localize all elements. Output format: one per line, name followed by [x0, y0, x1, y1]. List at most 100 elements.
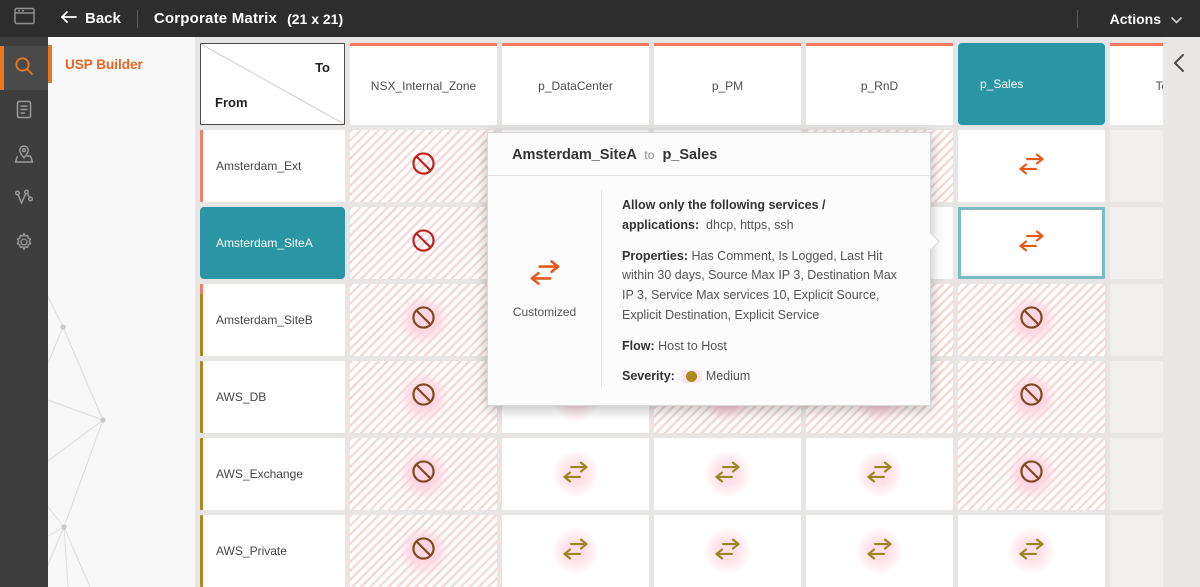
sidebar-item-search[interactable]	[0, 46, 48, 90]
matrix-cell-amsterdam_siteb-to-nsx_internal_zone[interactable]	[350, 284, 497, 356]
tooltip-destination: p_Sales	[662, 147, 717, 163]
map-pin-icon	[13, 143, 35, 170]
matrix-cell-aws_exchange-to-p_rnd[interactable]	[806, 438, 953, 510]
tooltip-connector: to	[644, 148, 654, 162]
tooltip-details: Allow only the following services / appl…	[602, 190, 930, 387]
row-header-aws_private[interactable]: AWS_Private	[200, 515, 345, 587]
tooltip-severity-row: Severity: Medium	[622, 367, 906, 387]
sidebar-item-map[interactable]	[0, 134, 48, 178]
bidirectional-arrow-icon	[561, 538, 590, 565]
topbar-divider	[137, 10, 138, 28]
flow-value: Host to Host	[658, 339, 727, 353]
actions-label: Actions	[1110, 11, 1161, 27]
document-icon	[14, 99, 34, 125]
matrix-corner-cell: To From	[200, 43, 345, 125]
bidirectional-arrow-icon	[865, 538, 894, 565]
matrix-cell-aws_private-to-p_rnd[interactable]	[806, 515, 953, 587]
tooltip-flow-row: Flow: Host to Host	[622, 337, 906, 357]
chevron-left-icon	[1173, 53, 1185, 73]
gear-icon	[13, 231, 35, 258]
nav-panel: USP Builder	[48, 37, 195, 587]
collapse-panel-button[interactable]	[1173, 53, 1185, 78]
severity-value: Medium	[706, 369, 750, 383]
row-header-amsterdam_ext[interactable]: Amsterdam_Ext	[200, 130, 345, 202]
severity-medium-dot	[686, 371, 697, 382]
bidirectional-arrow-icon	[1017, 538, 1046, 565]
tooltip-title: Amsterdam_SiteA to p_Sales	[488, 133, 930, 176]
bidirectional-arrow-icon	[1017, 230, 1046, 257]
allow-values: dhcp, https, ssh	[706, 218, 794, 232]
bidirectional-arrow-icon	[561, 461, 590, 488]
severity-dot-highlight	[681, 370, 702, 383]
nav-item-label: USP Builder	[65, 57, 143, 72]
matrix-cell-aws_exchange-to-p_sales[interactable]	[958, 438, 1105, 510]
severity-label: Severity:	[622, 369, 675, 383]
row-header-amsterdam_sitea[interactable]: Amsterdam_SiteA	[200, 207, 345, 279]
back-label: Back	[85, 10, 121, 27]
matrix-cell-aws_db-to-nsx_internal_zone[interactable]	[350, 361, 497, 433]
tooltip-status-label: Customized	[513, 305, 576, 319]
blocked-icon	[1018, 304, 1045, 336]
back-button[interactable]: Back	[60, 10, 121, 28]
bidirectional-arrow-icon	[713, 538, 742, 565]
matrix-size-badge: (21 x 21)	[287, 11, 343, 27]
matrix-cell-aws_db-to-p_sales[interactable]	[958, 361, 1105, 433]
matrix-cell-amsterdam_siteb-to-p_sales[interactable]	[958, 284, 1105, 356]
tooltip-properties-row: Properties: Has Comment, Is Logged, Last…	[622, 247, 906, 326]
network-graph-icon	[13, 188, 35, 213]
blocked-icon	[410, 304, 437, 336]
blocked-icon	[410, 227, 437, 259]
corner-to-label: To	[315, 60, 330, 75]
cell-details-tooltip: Amsterdam_SiteA to p_Sales Customized Al…	[487, 132, 931, 406]
actions-button[interactable]: Actions	[1110, 11, 1182, 27]
bidirectional-arrow-icon	[713, 461, 742, 488]
properties-label: Properties:	[622, 249, 688, 263]
matrix-cell-amsterdam_sitea-to-p_sales[interactable]	[958, 207, 1105, 279]
matrix-cell-aws_private-to-p_sales[interactable]	[958, 515, 1105, 587]
flow-label: Flow:	[622, 339, 655, 353]
column-header-p_sales[interactable]: p_Sales	[958, 43, 1105, 125]
matrix-cell-aws_exchange-to-p_datacenter[interactable]	[502, 438, 649, 510]
matrix-cell-amsterdam_ext-to-p_sales[interactable]	[958, 130, 1105, 202]
matrix-cell-aws_private-to-p_pm[interactable]	[654, 515, 801, 587]
row-header-amsterdam_siteb[interactable]: Amsterdam_SiteB	[200, 284, 345, 356]
blocked-icon	[410, 381, 437, 413]
customized-bidirectional-arrow-icon	[528, 259, 562, 291]
sidebar-item-settings[interactable]	[0, 222, 48, 266]
tooltip-allow-row: Allow only the following services / appl…	[622, 196, 906, 236]
blocked-icon	[1018, 381, 1045, 413]
right-strip	[1163, 37, 1200, 587]
blocked-icon	[1018, 458, 1045, 490]
row-header-aws_db[interactable]: AWS_DB	[200, 361, 345, 433]
column-header-nsx_internal_zone[interactable]: NSX_Internal_Zone	[350, 43, 497, 125]
blocked-icon	[410, 458, 437, 490]
topbar-divider-right	[1077, 10, 1078, 28]
app-window-icon[interactable]	[14, 7, 35, 30]
sidebar-item-network[interactable]	[0, 178, 48, 222]
bidirectional-arrow-icon	[865, 461, 894, 488]
actions-chevron-down-icon	[1171, 11, 1182, 27]
top-bar: Back Corporate Matrix (21 x 21) Actions	[0, 0, 1200, 37]
blocked-icon	[410, 150, 437, 182]
matrix-cell-aws_private-to-nsx_internal_zone[interactable]	[350, 515, 497, 587]
column-header-p_datacenter[interactable]: p_DataCenter	[502, 43, 649, 125]
matrix-cell-amsterdam_sitea-to-nsx_internal_zone[interactable]	[350, 207, 497, 279]
page-title: Corporate Matrix	[154, 10, 277, 27]
column-header-p_rnd[interactable]: p_RnD	[806, 43, 953, 125]
row-header-aws_exchange[interactable]: AWS_Exchange	[200, 438, 345, 510]
column-header-p_pm[interactable]: p_PM	[654, 43, 801, 125]
icon-sidebar	[0, 37, 48, 587]
matrix-cell-amsterdam_ext-to-nsx_internal_zone[interactable]	[350, 130, 497, 202]
tooltip-source: Amsterdam_SiteA	[512, 147, 636, 163]
back-arrow-icon	[60, 10, 77, 28]
background-network-watermark	[48, 167, 195, 587]
corner-from-label: From	[215, 95, 248, 110]
nav-item-usp-builder[interactable]: USP Builder	[48, 45, 195, 83]
bidirectional-arrow-icon	[1017, 153, 1046, 180]
matrix-cell-aws_exchange-to-p_pm[interactable]	[654, 438, 801, 510]
blocked-icon	[410, 535, 437, 567]
tooltip-status: Customized	[488, 190, 602, 387]
matrix-cell-aws_exchange-to-nsx_internal_zone[interactable]	[350, 438, 497, 510]
sidebar-item-documents[interactable]	[0, 90, 48, 134]
matrix-cell-aws_private-to-p_datacenter[interactable]	[502, 515, 649, 587]
